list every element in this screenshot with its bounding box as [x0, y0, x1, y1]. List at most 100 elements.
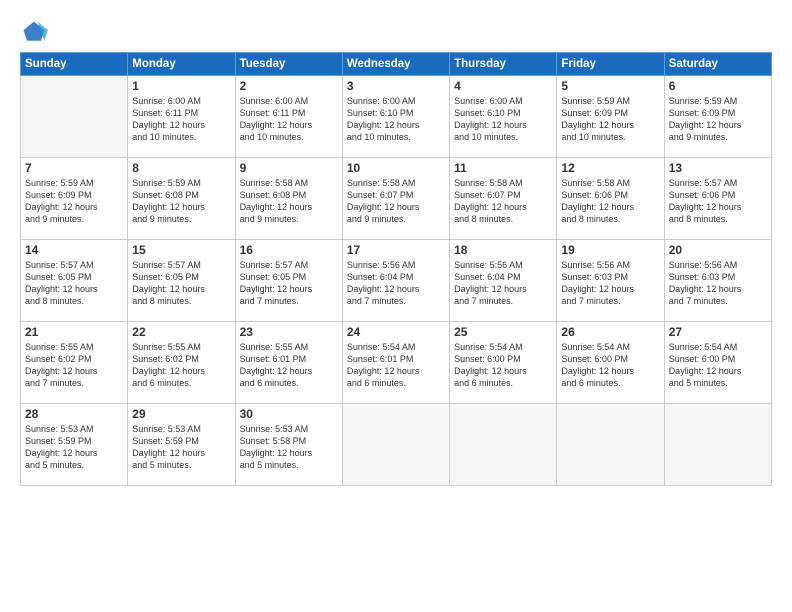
calendar-cell: 27 Sunrise: 5:54 AMSunset: 6:00 PMDayligh… — [664, 322, 771, 404]
day-number: 19 — [561, 243, 659, 257]
cell-info: Sunrise: 5:57 AMSunset: 6:05 PMDaylight:… — [25, 259, 123, 308]
day-number: 16 — [240, 243, 338, 257]
calendar-cell — [664, 404, 771, 486]
cell-info: Sunrise: 5:59 AMSunset: 6:09 PMDaylight:… — [25, 177, 123, 226]
calendar-cell: 22 Sunrise: 5:55 AMSunset: 6:02 PMDayligh… — [128, 322, 235, 404]
day-number: 6 — [669, 79, 767, 93]
calendar-cell: 5 Sunrise: 5:59 AMSunset: 6:09 PMDaylight… — [557, 76, 664, 158]
calendar-cell: 28 Sunrise: 5:53 AMSunset: 5:59 PMDayligh… — [21, 404, 128, 486]
calendar-cell: 9 Sunrise: 5:58 AMSunset: 6:08 PMDaylight… — [235, 158, 342, 240]
cell-info: Sunrise: 6:00 AMSunset: 6:10 PMDaylight:… — [454, 95, 552, 144]
day-number: 2 — [240, 79, 338, 93]
day-number: 17 — [347, 243, 445, 257]
day-number: 27 — [669, 325, 767, 339]
cell-info: Sunrise: 5:55 AMSunset: 6:01 PMDaylight:… — [240, 341, 338, 390]
day-number: 22 — [132, 325, 230, 339]
day-number: 20 — [669, 243, 767, 257]
calendar-cell: 18Sunrise: 5:56 AMSunset: 6:04 PMDayligh… — [450, 240, 557, 322]
calendar-week-row: 14 Sunrise: 5:57 AMSunset: 6:05 PMDayligh… — [21, 240, 772, 322]
logo — [20, 18, 52, 46]
calendar-cell: 7 Sunrise: 5:59 AMSunset: 6:09 PMDaylight… — [21, 158, 128, 240]
day-number: 21 — [25, 325, 123, 339]
calendar-cell: 4 Sunrise: 6:00 AMSunset: 6:10 PMDaylight… — [450, 76, 557, 158]
calendar-cell — [342, 404, 449, 486]
logo-icon — [20, 18, 48, 46]
cell-info: Sunrise: 5:58 AMSunset: 6:08 PMDaylight:… — [240, 177, 338, 226]
day-number: 24 — [347, 325, 445, 339]
cell-info: Sunrise: 5:53 AMSunset: 5:58 PMDaylight:… — [240, 423, 338, 472]
calendar-cell: 15Sunrise: 5:57 AMSunset: 6:05 PMDayligh… — [128, 240, 235, 322]
cell-info: Sunrise: 5:58 AMSunset: 6:07 PMDaylight:… — [454, 177, 552, 226]
day-number: 9 — [240, 161, 338, 175]
day-number: 15 — [132, 243, 230, 257]
cell-info: Sunrise: 5:57 AMSunset: 6:05 PMDaylight:… — [240, 259, 338, 308]
day-number: 18 — [454, 243, 552, 257]
cell-info: Sunrise: 5:54 AMSunset: 6:01 PMDaylight:… — [347, 341, 445, 390]
calendar-cell: 29 Sunrise: 5:53 AMSunset: 5:59 PMDayligh… — [128, 404, 235, 486]
day-header-tuesday: Tuesday — [235, 53, 342, 76]
day-header-saturday: Saturday — [664, 53, 771, 76]
cell-info: Sunrise: 6:00 AMSunset: 6:10 PMDaylight:… — [347, 95, 445, 144]
day-number: 7 — [25, 161, 123, 175]
cell-info: Sunrise: 5:59 AMSunset: 6:08 PMDaylight:… — [132, 177, 230, 226]
calendar-cell: 13 Sunrise: 5:57 AMSunset: 6:06 PMDayligh… — [664, 158, 771, 240]
cell-info: Sunrise: 5:55 AMSunset: 6:02 PMDaylight:… — [132, 341, 230, 390]
calendar-cell: 25 Sunrise: 5:54 AMSunset: 6:00 PMDayligh… — [450, 322, 557, 404]
calendar-cell: 6 Sunrise: 5:59 AMSunset: 6:09 PMDaylight… — [664, 76, 771, 158]
cell-info: Sunrise: 5:57 AMSunset: 6:06 PMDaylight:… — [669, 177, 767, 226]
calendar-header-row: SundayMondayTuesdayWednesdayThursdayFrid… — [21, 53, 772, 76]
day-number: 26 — [561, 325, 659, 339]
cell-info: Sunrise: 5:53 AMSunset: 5:59 PMDaylight:… — [25, 423, 123, 472]
day-number: 8 — [132, 161, 230, 175]
calendar-week-row: 28 Sunrise: 5:53 AMSunset: 5:59 PMDayligh… — [21, 404, 772, 486]
calendar-cell: 30Sunrise: 5:53 AMSunset: 5:58 PMDayligh… — [235, 404, 342, 486]
day-header-wednesday: Wednesday — [342, 53, 449, 76]
day-number: 14 — [25, 243, 123, 257]
cell-info: Sunrise: 5:58 AMSunset: 6:06 PMDaylight:… — [561, 177, 659, 226]
day-number: 11 — [454, 161, 552, 175]
header — [20, 18, 772, 46]
day-number: 29 — [132, 407, 230, 421]
day-header-thursday: Thursday — [450, 53, 557, 76]
calendar-cell: 21Sunrise: 5:55 AMSunset: 6:02 PMDayligh… — [21, 322, 128, 404]
cell-info: Sunrise: 6:00 AMSunset: 6:11 PMDaylight:… — [240, 95, 338, 144]
calendar-cell — [21, 76, 128, 158]
cell-info: Sunrise: 5:58 AMSunset: 6:07 PMDaylight:… — [347, 177, 445, 226]
calendar-cell: 2 Sunrise: 6:00 AMSunset: 6:11 PMDaylight… — [235, 76, 342, 158]
calendar-week-row: 7 Sunrise: 5:59 AMSunset: 6:09 PMDaylight… — [21, 158, 772, 240]
day-number: 23 — [240, 325, 338, 339]
day-number: 13 — [669, 161, 767, 175]
cell-info: Sunrise: 5:56 AMSunset: 6:03 PMDaylight:… — [561, 259, 659, 308]
cell-info: Sunrise: 6:00 AMSunset: 6:11 PMDaylight:… — [132, 95, 230, 144]
day-number: 25 — [454, 325, 552, 339]
day-number: 12 — [561, 161, 659, 175]
cell-info: Sunrise: 5:56 AMSunset: 6:04 PMDaylight:… — [347, 259, 445, 308]
cell-info: Sunrise: 5:53 AMSunset: 5:59 PMDaylight:… — [132, 423, 230, 472]
calendar-cell: 24 Sunrise: 5:54 AMSunset: 6:01 PMDayligh… — [342, 322, 449, 404]
cell-info: Sunrise: 5:56 AMSunset: 6:03 PMDaylight:… — [669, 259, 767, 308]
day-number: 4 — [454, 79, 552, 93]
day-number: 10 — [347, 161, 445, 175]
day-number: 1 — [132, 79, 230, 93]
calendar-cell: 16 Sunrise: 5:57 AMSunset: 6:05 PMDayligh… — [235, 240, 342, 322]
calendar-cell: 23 Sunrise: 5:55 AMSunset: 6:01 PMDayligh… — [235, 322, 342, 404]
cell-info: Sunrise: 5:54 AMSunset: 6:00 PMDaylight:… — [561, 341, 659, 390]
cell-info: Sunrise: 5:59 AMSunset: 6:09 PMDaylight:… — [669, 95, 767, 144]
calendar-cell — [557, 404, 664, 486]
day-header-friday: Friday — [557, 53, 664, 76]
day-header-monday: Monday — [128, 53, 235, 76]
calendar-cell: 10 Sunrise: 5:58 AMSunset: 6:07 PMDayligh… — [342, 158, 449, 240]
cell-info: Sunrise: 5:54 AMSunset: 6:00 PMDaylight:… — [454, 341, 552, 390]
calendar-cell — [450, 404, 557, 486]
page: SundayMondayTuesdayWednesdayThursdayFrid… — [0, 0, 792, 612]
calendar-cell: 14 Sunrise: 5:57 AMSunset: 6:05 PMDayligh… — [21, 240, 128, 322]
cell-info: Sunrise: 5:59 AMSunset: 6:09 PMDaylight:… — [561, 95, 659, 144]
calendar-cell: 1 Sunrise: 6:00 AMSunset: 6:11 PMDaylight… — [128, 76, 235, 158]
calendar-cell: 19 Sunrise: 5:56 AMSunset: 6:03 PMDayligh… — [557, 240, 664, 322]
calendar-cell: 17 Sunrise: 5:56 AMSunset: 6:04 PMDayligh… — [342, 240, 449, 322]
day-number: 28 — [25, 407, 123, 421]
calendar-cell: 3Sunrise: 6:00 AMSunset: 6:10 PMDaylight… — [342, 76, 449, 158]
cell-info: Sunrise: 5:54 AMSunset: 6:00 PMDaylight:… — [669, 341, 767, 390]
day-number: 5 — [561, 79, 659, 93]
calendar-cell: 26 Sunrise: 5:54 AMSunset: 6:00 PMDayligh… — [557, 322, 664, 404]
